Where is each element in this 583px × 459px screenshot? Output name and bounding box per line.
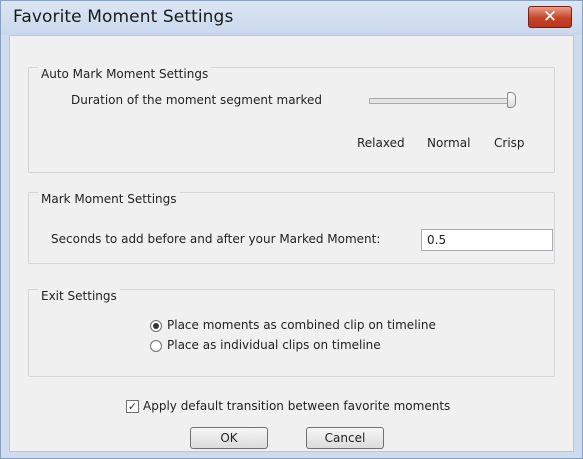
radio-selected-dot — [153, 323, 159, 329]
title-bar: Favorite Moment Settings ✕ — [1, 1, 582, 35]
scale-label-crisp: Crisp — [494, 136, 525, 150]
duration-label: Duration of the moment segment marked — [71, 93, 322, 107]
scale-label-normal: Normal — [427, 136, 471, 150]
dialog-client-area: Auto Mark Moment Settings Duration of th… — [9, 35, 574, 452]
auto-mark-group: Auto Mark Moment Settings Duration of th… — [28, 67, 555, 173]
apply-transition-checkbox[interactable]: ✓ — [126, 400, 139, 413]
option-combined-clip-label[interactable]: Place moments as combined clip on timeli… — [167, 318, 436, 332]
mark-moment-group: Mark Moment Settings Seconds to add befo… — [28, 192, 555, 264]
radio-combined-clip[interactable] — [150, 320, 162, 332]
seconds-input[interactable] — [421, 229, 553, 251]
duration-slider[interactable] — [369, 98, 513, 104]
scale-label-relaxed: Relaxed — [357, 136, 405, 150]
checkmark-icon: ✓ — [127, 400, 138, 413]
duration-slider-thumb[interactable] — [507, 92, 516, 108]
radio-individual-clips[interactable] — [150, 340, 162, 352]
window-title: Favorite Moment Settings — [13, 7, 234, 27]
favorite-moment-settings-dialog: Favorite Moment Settings ✕ Auto Mark Mom… — [0, 0, 583, 459]
exit-settings-group-title: Exit Settings — [38, 289, 120, 303]
close-icon: ✕ — [542, 7, 558, 27]
apply-transition-label[interactable]: Apply default transition between favorit… — [143, 399, 450, 413]
cancel-button[interactable]: Cancel — [306, 427, 384, 449]
option-individual-clips-label[interactable]: Place as individual clips on timeline — [167, 338, 381, 352]
mark-moment-group-title: Mark Moment Settings — [38, 192, 180, 206]
close-button[interactable]: ✕ — [528, 6, 572, 28]
auto-mark-group-title: Auto Mark Moment Settings — [38, 67, 212, 81]
exit-settings-group: Exit Settings Place moments as combined … — [28, 289, 555, 377]
ok-button[interactable]: OK — [190, 427, 268, 449]
seconds-label: Seconds to add before and after your Mar… — [51, 232, 381, 246]
